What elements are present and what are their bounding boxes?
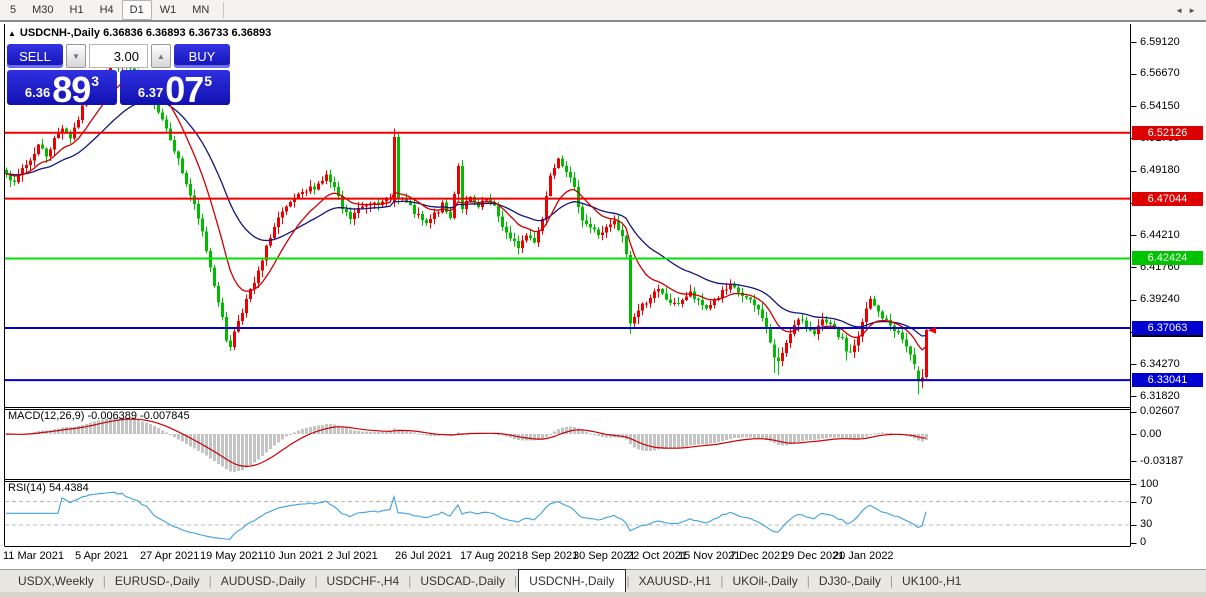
buy-button[interactable]: BUY [174, 44, 230, 68]
buy-price-big-digits: 07 [165, 69, 204, 110]
timeframe-button-m30[interactable]: M30 [24, 0, 61, 20]
date-label: 26 Jul 2021 [395, 550, 452, 562]
price-tick-label: 6.34270 [1140, 357, 1180, 370]
sell-price-handle: 6.36 [24, 85, 51, 100]
tab-scroll-arrows: ◄► [1175, 6, 1201, 15]
status-strip [0, 592, 1206, 597]
tab-usdx-weekly[interactable]: USDX,Weekly [10, 571, 102, 591]
tab-separator: | [806, 574, 810, 588]
price-tick-label: 6.59120 [1140, 35, 1180, 48]
candlestick-series [5, 56, 928, 395]
price-level-badge: 6.47044 [1132, 191, 1203, 206]
date-label: 19 May 2021 [200, 550, 264, 562]
rsi-tick-label: 30 [1140, 518, 1153, 531]
buy-price-panel[interactable]: 6.37 07 5 [120, 69, 230, 110]
sell-price-panel[interactable]: 6.36 89 3 [7, 69, 117, 110]
timeframe-button-5[interactable]: 5 [2, 0, 24, 20]
date-label: 5 Apr 2021 [75, 550, 129, 562]
buy-price-handle: 6.37 [137, 85, 164, 100]
chart-tabbar: USDX,Weekly | EURUSD-,Daily | AUDUSD-,Daily |… [0, 568, 1206, 594]
date-label: 27 Apr 2021 [140, 550, 200, 562]
tab-separator: | [408, 574, 412, 588]
one-click-trade-widget: SELL ▼ 3.00 ▲ BUY 6.36 89 3 6.37 07 5 [7, 44, 230, 110]
tab-separator: | [208, 574, 212, 588]
trading-platform-window: 5 M30 H1 H4 D1 W1 MN ▲ USDCNH-,Daily 6.36836 6.… [0, 0, 1206, 597]
ohlc-values: 6.36836 6.36893 6.36733 6.36893 [103, 27, 272, 39]
tab-separator: | [514, 574, 518, 588]
spinner-down-icon: ▼ [72, 51, 80, 61]
tab-scroll-left-icon[interactable]: ◄ [1175, 6, 1188, 15]
price-level-badge: 6.33041 [1132, 373, 1203, 388]
sell-price-big-digits: 89 [52, 69, 91, 110]
price-tick-label: 6.56670 [1140, 67, 1180, 80]
price-tick-label: 6.39240 [1140, 293, 1180, 306]
tab-separator: | [626, 574, 630, 588]
macd-values: -0.006389 -0.007845 [87, 410, 190, 422]
rsi-panel [5, 491, 1130, 540]
price-tick-label: 6.49180 [1140, 164, 1180, 177]
price-tick-label: 6.44210 [1140, 228, 1180, 241]
timeframe-button-w1[interactable]: W1 [152, 0, 185, 20]
date-label: 20 Jan 2022 [833, 550, 894, 562]
sell-button[interactable]: SELL [7, 44, 63, 68]
tab-usdcad-daily[interactable]: USDCAD-,Daily [412, 571, 513, 591]
tab-usdcnh-daily[interactable]: USDCNH-,Daily [518, 568, 626, 594]
rsi-tick-label: 70 [1140, 495, 1153, 508]
tab-scroll-right-icon[interactable]: ► [1188, 6, 1201, 15]
tab-dj30-daily[interactable]: DJ30-,Daily [811, 571, 889, 591]
tab-separator: | [720, 574, 724, 588]
date-label: 10 Jun 2021 [263, 550, 324, 562]
rsi-line [6, 491, 927, 540]
price-level-badge: 6.37063 [1132, 321, 1203, 335]
rsi-tick-label: 100 [1140, 477, 1159, 490]
rsi-label: RSI(14) 54.4384 [8, 482, 89, 494]
tab-usdchf-h4[interactable]: USDCHF-,H4 [319, 571, 408, 591]
macd-name: MACD(12,26,9) [8, 410, 85, 422]
tab-audusd-daily[interactable]: AUDUSD-,Daily [213, 571, 314, 591]
toolbar-separator [223, 2, 225, 18]
rsi-name: RSI(14) [8, 482, 46, 494]
spinner-up-icon: ▲ [157, 51, 165, 61]
timeframe-button-h1[interactable]: H1 [62, 0, 92, 20]
timeframe-button-h4[interactable]: H4 [92, 0, 122, 20]
rsi-value: 54.4384 [48, 482, 89, 494]
tab-separator: | [889, 574, 894, 588]
tab-eurusd-daily[interactable]: EURUSD-,Daily [107, 571, 208, 591]
macd-panel [5, 417, 928, 472]
date-label: 11 Mar 2021 [3, 550, 64, 562]
tab-uk100-h1[interactable]: UK100-,H1 [894, 571, 969, 591]
tab-xauusd-h1[interactable]: XAUUSD-,H1 [631, 571, 720, 591]
timeframe-button-mn[interactable]: MN [184, 0, 217, 20]
tab-separator: | [102, 574, 106, 588]
macd-tick-label: -0.03187 [1140, 454, 1184, 467]
collapse-triangle-icon[interactable]: ▲ [8, 29, 16, 38]
chart-symbol-title: ▲ USDCNH-,Daily 6.36836 6.36893 6.36733 6… [8, 27, 271, 39]
timeframe-toolbar: 5 M30 H1 H4 D1 W1 MN [0, 0, 1206, 22]
price-tick-label: 6.54150 [1140, 99, 1180, 112]
tab-ukoil-daily[interactable]: UKOil-,Daily [724, 571, 805, 591]
price-level-badge: 6.42424 [1132, 251, 1203, 266]
buy-price-pip: 5 [204, 73, 213, 89]
volume-decrease-button[interactable]: ▼ [66, 44, 86, 68]
symbol-period-label: USDCNH-,Daily [19, 27, 100, 39]
tab-separator: | [314, 574, 318, 588]
price-level-badge: 6.52126 [1132, 125, 1203, 140]
timeframe-button-d1[interactable]: D1 [121, 0, 152, 20]
volume-input[interactable]: 3.00 [89, 44, 148, 68]
price-tick-label: 6.31820 [1140, 389, 1180, 402]
macd-tick-label: 0.02607 [1140, 405, 1180, 418]
macd-label: MACD(12,26,9) -0.006389 -0.007845 [8, 410, 190, 422]
date-label: 8 Sep 2021 [522, 550, 579, 562]
volume-increase-button[interactable]: ▲ [151, 44, 171, 68]
date-label: 7 Dec 2021 [730, 550, 787, 562]
date-label: 2 Jul 2021 [327, 550, 378, 562]
date-label: 17 Aug 2021 [460, 550, 522, 562]
ma-slow-line [5, 98, 927, 337]
macd-tick-label: 0.00 [1140, 427, 1162, 440]
rsi-tick-label: 0 [1140, 536, 1147, 548]
sell-price-pip: 3 [91, 73, 100, 89]
